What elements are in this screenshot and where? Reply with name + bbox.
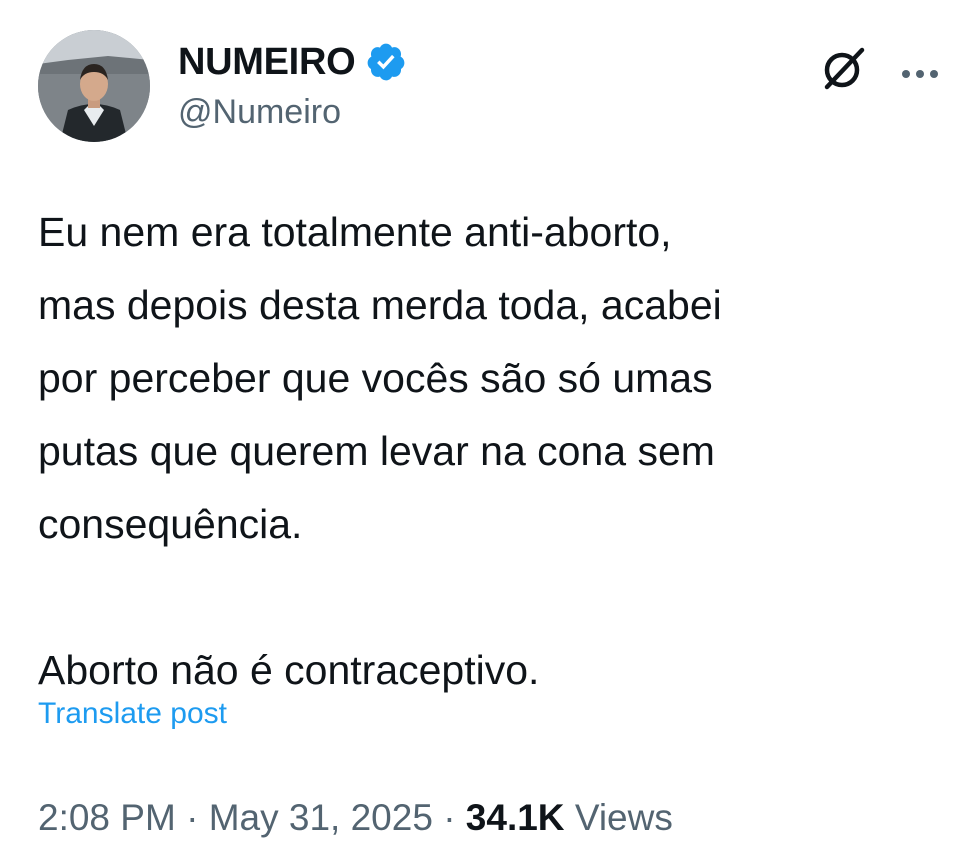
translate-post-link[interactable]: Translate post bbox=[38, 693, 227, 735]
author-display-name[interactable]: NUMEIRO bbox=[178, 40, 356, 84]
name-row: NUMEIRO bbox=[178, 40, 407, 84]
grok-icon[interactable] bbox=[818, 42, 870, 94]
post-time[interactable]: 2:08 PM bbox=[38, 797, 176, 838]
post-date[interactable]: May 31, 2025 bbox=[209, 797, 433, 838]
post-paragraph: Eu nem era totalmente anti-aborto, mas d… bbox=[38, 209, 722, 547]
views-count: 34.1K bbox=[465, 797, 565, 838]
meta-separator: · bbox=[186, 797, 199, 838]
post-header: NUMEIRO @Numeiro bbox=[38, 30, 948, 150]
avatar[interactable] bbox=[38, 30, 150, 142]
views-label: Views bbox=[574, 797, 673, 838]
author-handle[interactable]: @Numeiro bbox=[178, 90, 407, 134]
avatar-photo bbox=[38, 30, 150, 142]
verified-badge-icon bbox=[365, 41, 407, 83]
meta-separator: · bbox=[443, 797, 456, 838]
author-info: NUMEIRO @Numeiro bbox=[178, 40, 407, 134]
more-options-icon[interactable] bbox=[898, 52, 942, 96]
post-text: Eu nem era totalmente anti-aborto, mas d… bbox=[38, 196, 938, 707]
post-meta: 2:08 PM · May 31, 2025 · 34.1K Views bbox=[38, 795, 673, 841]
